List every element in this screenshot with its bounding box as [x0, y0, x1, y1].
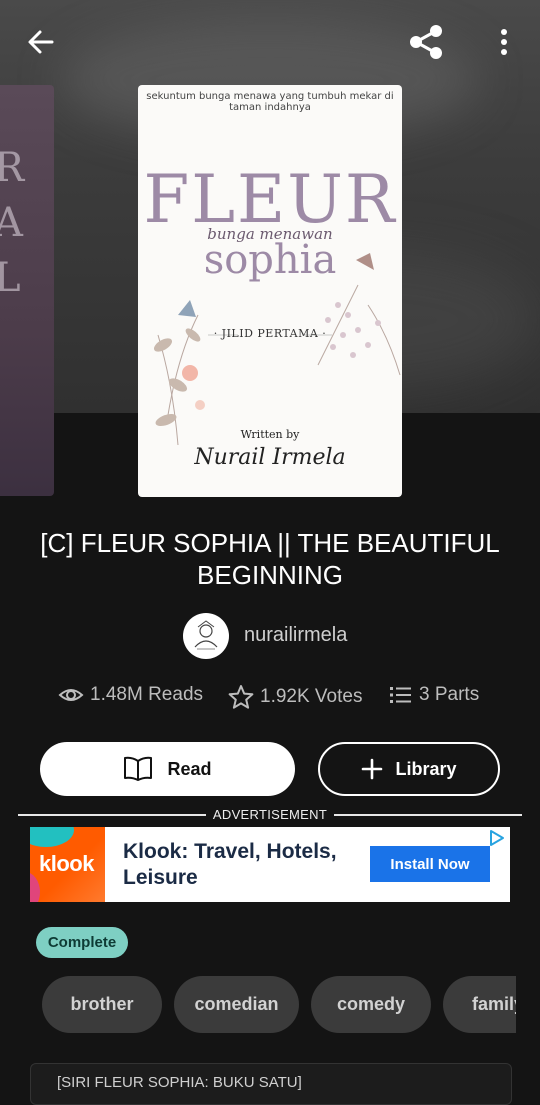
read-button-label: Read: [167, 758, 212, 779]
klook-logo: klook: [30, 827, 105, 902]
book-cover[interactable]: sekuntum bunga menawa yang tumbuh mekar …: [138, 85, 402, 497]
avatar-image: [194, 620, 218, 650]
story-stats: 1.48M Reads 1.92K Votes 3 Parts: [0, 684, 540, 714]
tag-chip[interactable]: family: [443, 976, 516, 1033]
more-options-button[interactable]: [484, 22, 524, 62]
book-open-icon: [124, 756, 153, 781]
cover-subtitle: sophia: [203, 237, 337, 283]
votes-stat: 1.92K Votes: [228, 684, 362, 710]
eye-icon: [58, 689, 84, 701]
library-button-label: Library: [395, 758, 457, 779]
install-now-button[interactable]: Install Now: [370, 846, 490, 882]
cover-letter: L: [0, 255, 21, 301]
parts-stat: 3 Parts: [389, 684, 479, 706]
status-badge: Complete: [36, 927, 128, 958]
ad-choices-icon[interactable]: [488, 829, 506, 847]
previous-cover[interactable]: R A L: [0, 85, 54, 496]
description-preview: [SIRI FLEUR SOPHIA: BUKU SATU]: [57, 1074, 302, 1091]
more-vertical-icon: [501, 29, 507, 55]
tag-list: brother comedian comedy family: [0, 976, 516, 1034]
plus-icon: [362, 758, 383, 780]
story-title: [C] FLEUR SOPHIA || THE BEAUTIFUL BEGINN…: [40, 528, 500, 590]
advertisement-divider: ADVERTISEMENT: [18, 806, 522, 824]
reads-count: 1.48M Reads: [90, 684, 204, 705]
ad-headline: Klook: Travel, Hotels, Leisure: [123, 840, 337, 889]
cover-written-by: Written by: [240, 428, 300, 441]
share-button[interactable]: [402, 20, 450, 64]
arrow-left-icon: [28, 30, 54, 54]
advertisement-banner[interactable]: klook Klook: Travel, Hotels, Leisure Ins…: [30, 827, 510, 902]
parts-count: 3 Parts: [419, 684, 480, 705]
author-row[interactable]: nurailirmela: [0, 612, 540, 660]
votes-count: 1.92K Votes: [260, 686, 363, 707]
back-button[interactable]: [18, 22, 64, 62]
advertisement-label: ADVERTISEMENT: [212, 807, 328, 822]
star-icon: [228, 685, 254, 709]
cover-author-signature: Nurail Irmela: [194, 445, 346, 470]
author-avatar[interactable]: [183, 613, 229, 659]
tag-chip[interactable]: comedy: [311, 976, 431, 1033]
add-to-library-button[interactable]: Library: [318, 742, 500, 796]
list-icon: [390, 687, 411, 703]
share-icon: [410, 25, 442, 59]
cover-tagline: sekuntum bunga menawa yang tumbuh mekar …: [146, 91, 394, 113]
cover-letter: R: [0, 145, 25, 191]
author-name[interactable]: nurailirmela: [244, 624, 347, 647]
read-button[interactable]: Read: [40, 742, 295, 796]
cover-edition: · JILID PERTAMA ·: [213, 327, 327, 340]
description-card[interactable]: [SIRI FLEUR SOPHIA: BUKU SATU]: [30, 1063, 512, 1105]
ad-brand: klook: [39, 851, 94, 876]
cover-letter: A: [0, 200, 23, 246]
tag-chip[interactable]: brother: [42, 976, 162, 1033]
tag-chip[interactable]: comedian: [174, 976, 299, 1033]
reads-stat: 1.48M Reads: [58, 684, 203, 706]
